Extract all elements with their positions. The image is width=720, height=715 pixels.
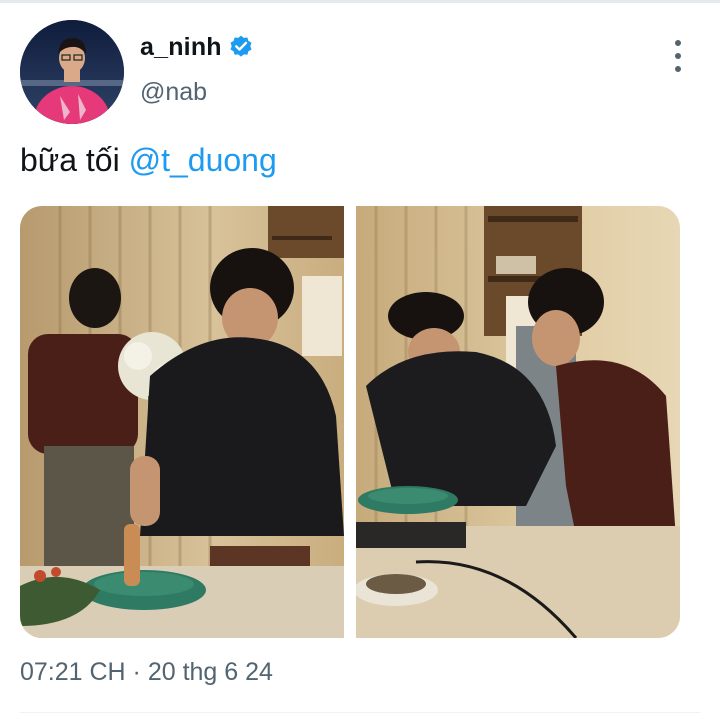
mention-link[interactable]: @t_duong bbox=[129, 142, 277, 178]
avatar-image bbox=[20, 20, 124, 124]
tweet-photo-2[interactable] bbox=[356, 206, 680, 638]
tweet-photo-1[interactable] bbox=[20, 206, 344, 638]
tweet-body: bữa tối bbox=[20, 142, 129, 178]
media-grid bbox=[20, 206, 680, 638]
bottom-divider bbox=[20, 712, 700, 713]
author-name-row: a_ninh bbox=[140, 30, 254, 64]
more-vertical-icon-dot bbox=[675, 40, 681, 46]
verified-badge-icon bbox=[228, 34, 254, 60]
author-display-name[interactable]: a_ninh bbox=[140, 33, 222, 62]
author-handle[interactable]: @nab bbox=[140, 78, 207, 107]
more-options-button[interactable] bbox=[662, 36, 694, 76]
tweet-text: bữa tối @t_duong bbox=[20, 142, 277, 179]
author-avatar[interactable] bbox=[20, 20, 124, 124]
more-vertical-icon-dot bbox=[675, 53, 681, 59]
top-divider bbox=[0, 0, 720, 3]
more-vertical-icon-dot bbox=[675, 66, 681, 72]
tweet-timestamp[interactable]: 07:21 CH · 20 thg 6 24 bbox=[20, 658, 273, 687]
